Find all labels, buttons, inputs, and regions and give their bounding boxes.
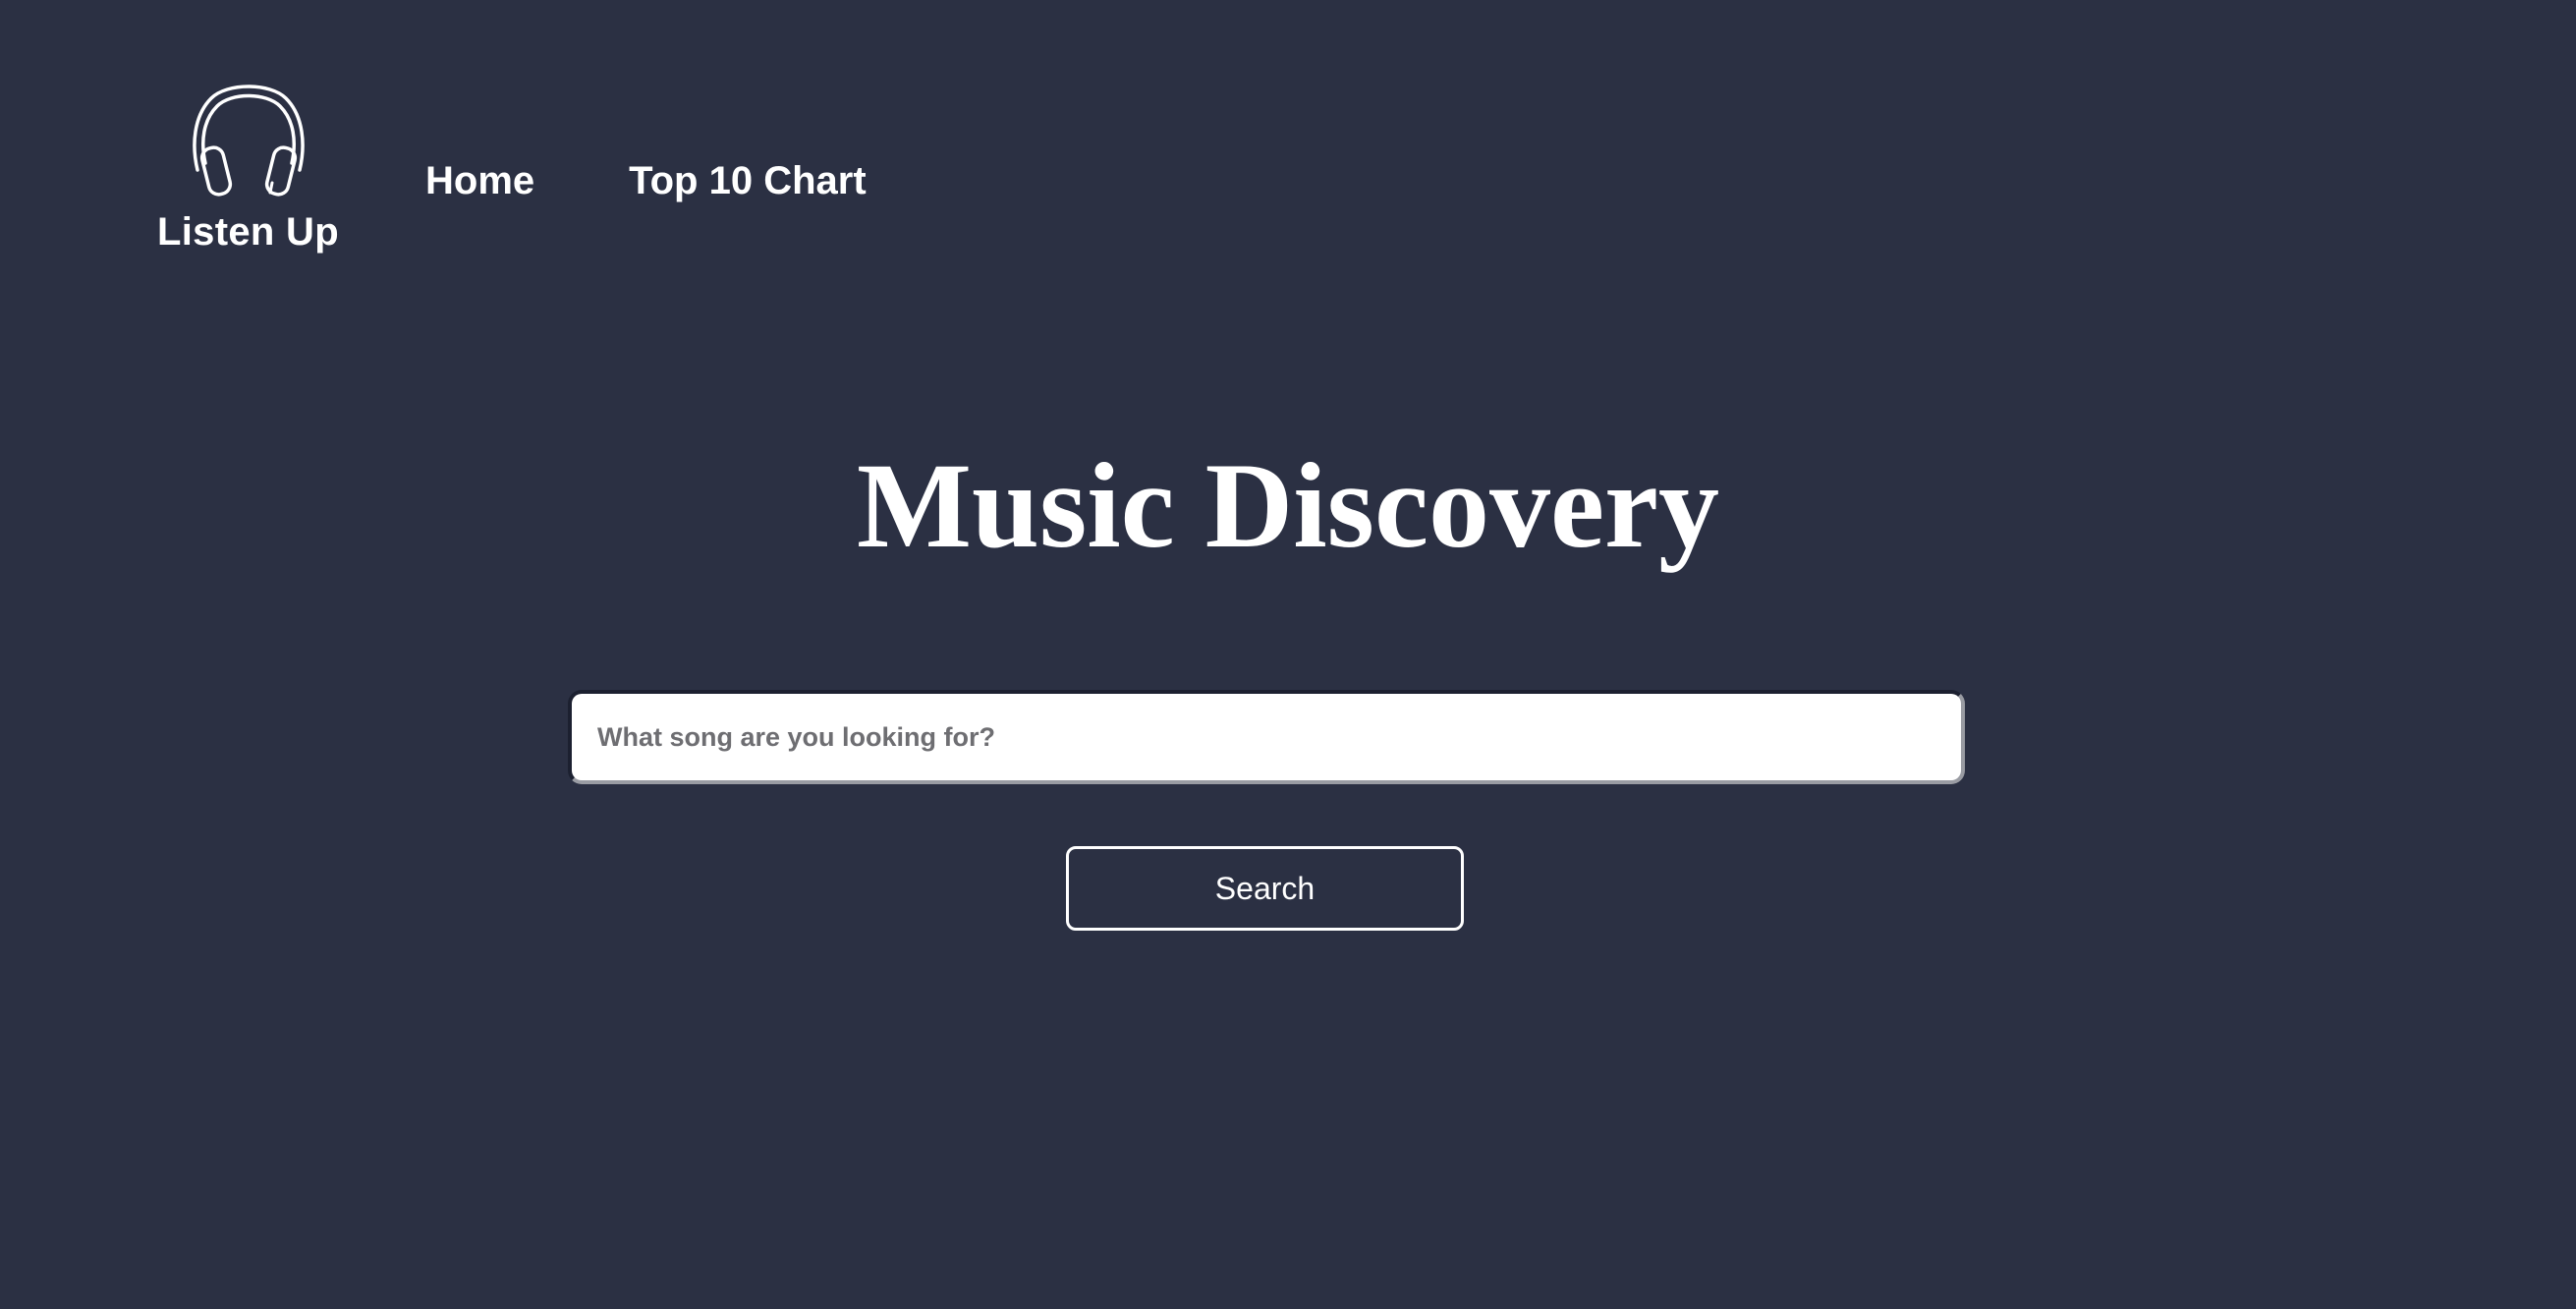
nav-link-top-10-chart[interactable]: Top 10 Chart bbox=[629, 159, 867, 203]
headphones-icon bbox=[192, 85, 305, 197]
nav-link-home[interactable]: Home bbox=[425, 159, 534, 203]
site-header: Listen Up Home Top 10 Chart bbox=[0, 0, 2576, 295]
brand-logo-link[interactable]: Listen Up bbox=[157, 77, 339, 273]
search-field-wrapper bbox=[568, 690, 1965, 784]
page: Listen Up Home Top 10 Chart Music Discov… bbox=[0, 0, 2576, 1309]
brand-name: Listen Up bbox=[157, 210, 339, 254]
main-nav: Home Top 10 Chart bbox=[425, 159, 867, 203]
search-button[interactable]: Search bbox=[1066, 846, 1464, 931]
page-title: Music Discovery bbox=[856, 438, 1720, 573]
song-search-input[interactable] bbox=[568, 690, 1965, 784]
